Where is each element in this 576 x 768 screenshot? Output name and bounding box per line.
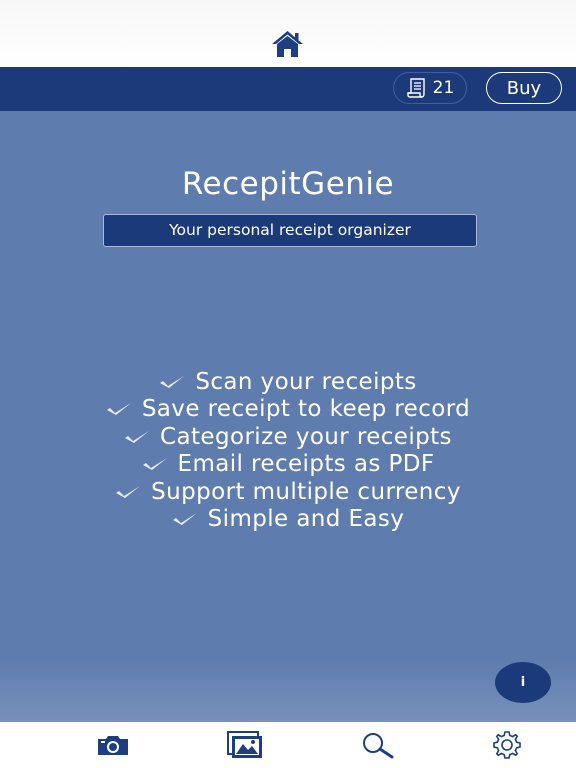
feature-item: Simple and Easy bbox=[0, 506, 576, 534]
top-nav-bar bbox=[0, 0, 576, 67]
checkmark-icon bbox=[125, 430, 150, 443]
checkmark-icon bbox=[160, 375, 185, 388]
feature-list: Scan your receipts Save receipt to keep … bbox=[0, 368, 576, 533]
tab-camera[interactable] bbox=[94, 728, 132, 762]
tab-gallery[interactable] bbox=[225, 728, 265, 762]
search-icon bbox=[363, 733, 394, 759]
checkmark-icon bbox=[106, 403, 131, 416]
feature-item: Email receipts as PDF bbox=[0, 451, 576, 479]
receipt-count: 21 bbox=[432, 78, 455, 98]
buy-button[interactable]: Buy bbox=[486, 72, 562, 104]
checkmark-icon bbox=[142, 458, 167, 471]
bottom-tab-bar bbox=[0, 722, 576, 768]
gallery-icon bbox=[227, 731, 262, 758]
tagline-banner: Your personal receipt organizer bbox=[103, 214, 477, 247]
checkmark-icon bbox=[172, 513, 197, 526]
tab-settings[interactable] bbox=[489, 728, 525, 762]
feature-item: Categorize your receipts bbox=[0, 423, 576, 451]
main-content: RecepitGenie Your personal receipt organ… bbox=[0, 111, 576, 722]
app-title: RecepitGenie bbox=[181, 166, 395, 202]
feature-item: Support multiple currency bbox=[0, 478, 576, 506]
info-button[interactable]: i bbox=[495, 662, 551, 703]
checkmark-icon bbox=[116, 485, 141, 498]
toolbar: 21 Buy bbox=[0, 67, 576, 111]
camera-icon bbox=[98, 736, 128, 755]
gear-icon bbox=[493, 731, 521, 759]
home-icon[interactable] bbox=[271, 30, 304, 58]
feature-item: Scan your receipts bbox=[0, 368, 576, 396]
tab-search[interactable] bbox=[359, 728, 395, 762]
receipt-icon bbox=[406, 78, 425, 98]
receipt-counter[interactable]: 21 bbox=[393, 72, 467, 104]
feature-item: Save receipt to keep record bbox=[0, 396, 576, 424]
